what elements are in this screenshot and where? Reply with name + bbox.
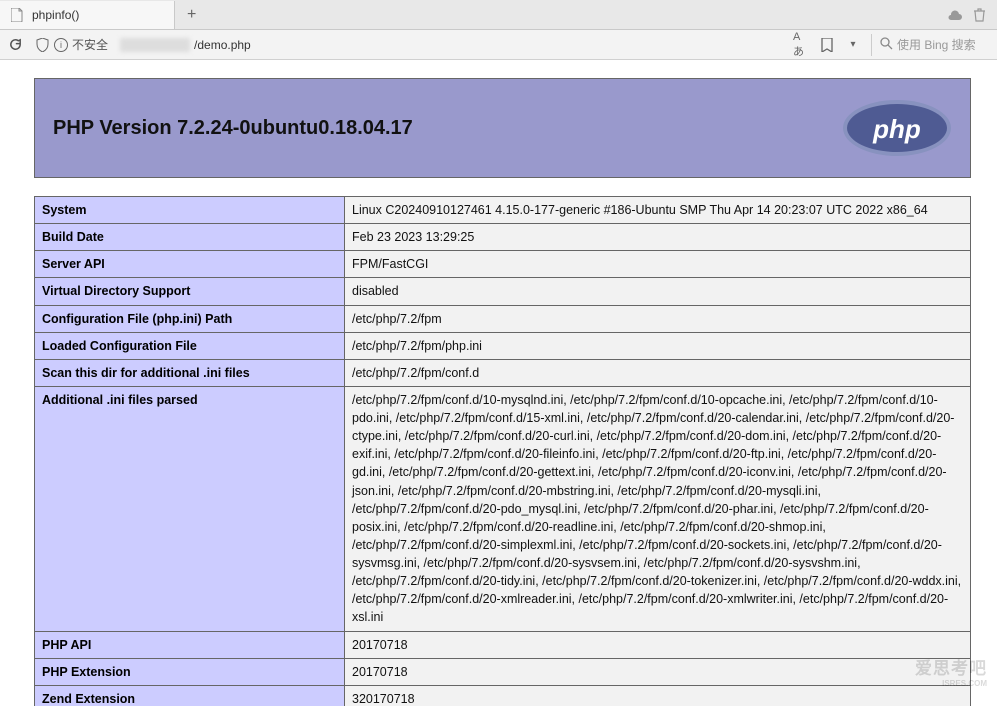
table-value: /etc/php/7.2/fpm [345,305,971,332]
table-row: Configuration File (php.ini) Path/etc/ph… [35,305,971,332]
table-row: Zend Extension320170718 [35,685,971,706]
table-key: PHP API [35,631,345,658]
phpinfo-table: SystemLinux C20240910127461 4.15.0-177-g… [34,196,971,706]
table-key: Zend Extension [35,685,345,706]
search-icon [880,37,893,53]
translate-icon[interactable]: Aあ [793,37,809,53]
page-content: PHP Version 7.2.24-0ubuntu0.18.04.17 php… [0,60,997,706]
table-key: System [35,197,345,224]
table-value: disabled [345,278,971,305]
favorites-icon[interactable] [819,37,835,53]
table-value: FPM/FastCGI [345,251,971,278]
search-placeholder: 使用 Bing 搜索 [897,36,976,53]
table-value: Feb 23 2023 13:29:25 [345,224,971,251]
table-key: Scan this dir for additional .ini files [35,359,345,386]
table-row: Additional .ini files parsed/etc/php/7.2… [35,386,971,631]
table-row: Virtual Directory Supportdisabled [35,278,971,305]
search-box[interactable]: 使用 Bing 搜索 [871,34,991,56]
table-key: Build Date [35,224,345,251]
phpinfo-header: PHP Version 7.2.24-0ubuntu0.18.04.17 php [34,78,971,178]
tab-title: phpinfo() [32,8,79,22]
table-row: Build DateFeb 23 2023 13:29:25 [35,224,971,251]
browser-address-bar: i 不安全 /demo.php Aあ ▾ 使用 Bing 搜索 [0,30,997,60]
php-version-title: PHP Version 7.2.24-0ubuntu0.18.04.17 [53,117,413,140]
url-blurred-host [120,38,190,52]
table-value: 20170718 [345,658,971,685]
trash-icon[interactable] [971,7,987,23]
browser-tab-bar: phpinfo() + [0,0,997,30]
cloud-icon[interactable] [947,7,963,23]
php-logo: php [842,99,952,157]
table-row: Server APIFPM/FastCGI [35,251,971,278]
table-key: Additional .ini files parsed [35,386,345,631]
info-icon: i [54,38,68,52]
url-path: /demo.php [194,38,251,52]
table-key: Loaded Configuration File [35,332,345,359]
page-icon [10,8,24,22]
refresh-button[interactable] [6,36,24,54]
table-value: 20170718 [345,631,971,658]
table-key: Server API [35,251,345,278]
new-tab-button[interactable]: + [175,6,208,24]
dropdown-icon[interactable]: ▾ [845,37,861,53]
table-row: PHP Extension20170718 [35,658,971,685]
table-row: Loaded Configuration File/etc/php/7.2/fp… [35,332,971,359]
table-row: Scan this dir for additional .ini files/… [35,359,971,386]
shield-icon [36,38,50,52]
table-key: PHP Extension [35,658,345,685]
table-value: 320170718 [345,685,971,706]
browser-tab[interactable]: phpinfo() [0,1,175,29]
table-value: /etc/php/7.2/fpm/php.ini [345,332,971,359]
table-value: /etc/php/7.2/fpm/conf.d/10-mysqlnd.ini, … [345,386,971,631]
table-key: Configuration File (php.ini) Path [35,305,345,332]
table-value: /etc/php/7.2/fpm/conf.d [345,359,971,386]
url-field[interactable]: i 不安全 /demo.php [30,33,783,57]
insecure-label: 不安全 [72,36,108,53]
table-row: PHP API20170718 [35,631,971,658]
table-row: SystemLinux C20240910127461 4.15.0-177-g… [35,197,971,224]
table-key: Virtual Directory Support [35,278,345,305]
table-value: Linux C20240910127461 4.15.0-177-generic… [345,197,971,224]
svg-text:php: php [872,114,921,144]
